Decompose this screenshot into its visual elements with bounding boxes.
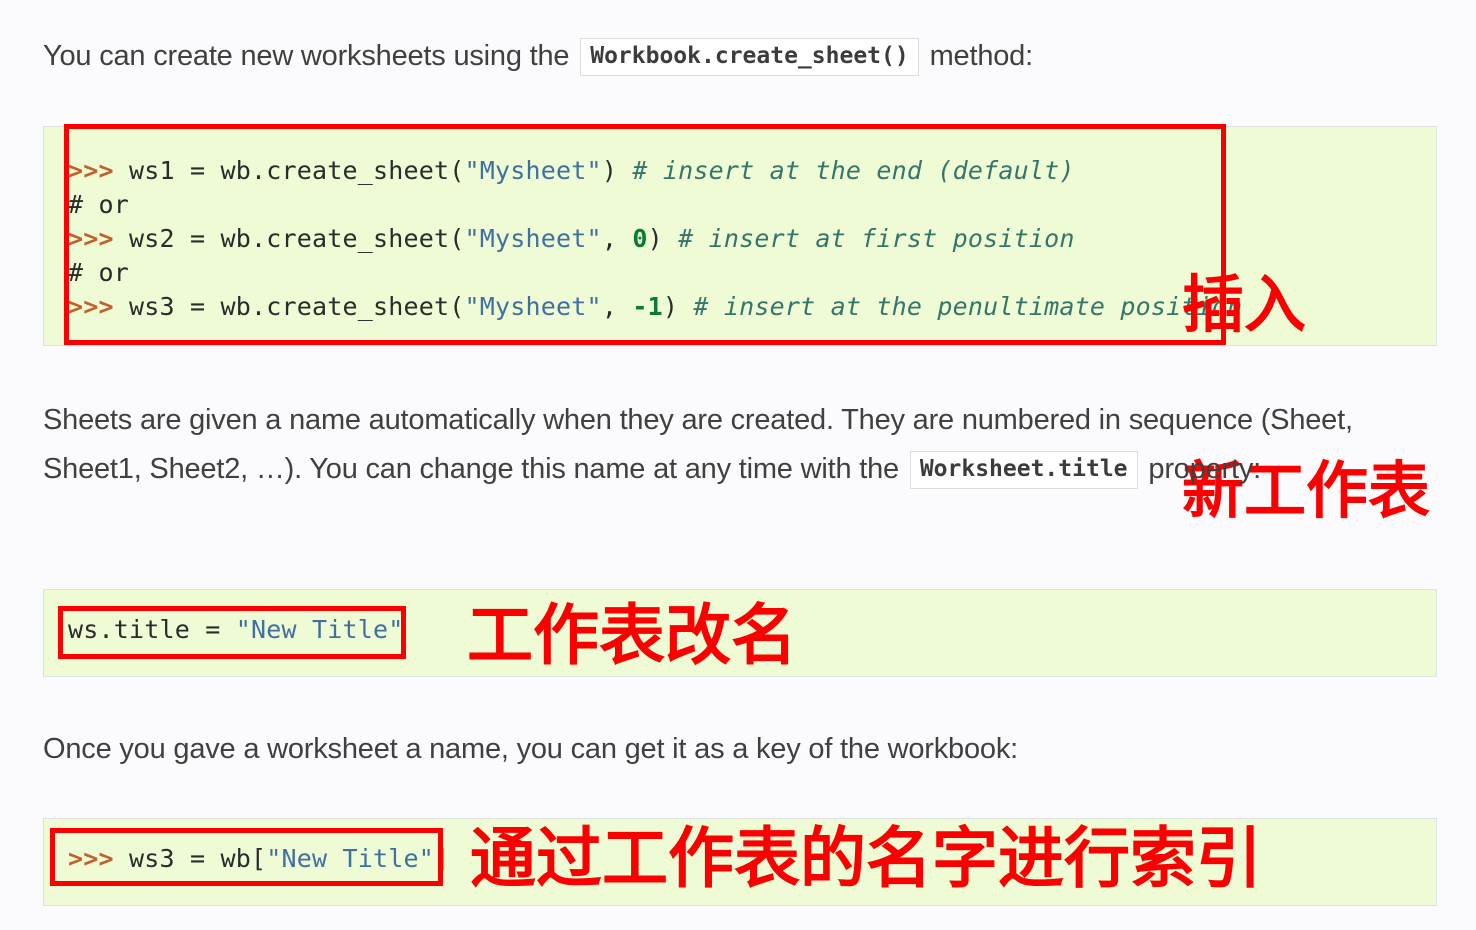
code-prompt: >>> <box>68 844 130 873</box>
code-text: , <box>601 292 633 321</box>
inline-code-worksheet-title: Worksheet.title <box>909 451 1138 489</box>
code-text: ws1 = wb.create_sheet( <box>129 156 465 185</box>
paragraph-worksheet-title: Sheets are given a name automatically wh… <box>43 396 1383 494</box>
annotation-text-rename-sheet: 工作表改名 <box>467 597 797 674</box>
code-text: ws2 = wb.create_sheet( <box>129 224 465 253</box>
code-comment: # insert at the penultimate position <box>693 292 1243 321</box>
paragraph-1-text-before: You can create new worksheets using the <box>43 40 570 72</box>
code-prompt: >>> <box>68 292 130 321</box>
code-text: ws.title = <box>68 615 236 644</box>
code-text: ) <box>662 292 694 321</box>
paragraph-1-text-after: method: <box>929 40 1034 72</box>
paragraph-2-text-after: property: <box>1148 453 1262 485</box>
code-comment: # insert at first position <box>678 224 1075 253</box>
code-string: "New Title" <box>235 615 404 644</box>
code-string: "New Title" <box>266 844 435 873</box>
code-text: , <box>601 224 633 253</box>
code-text: ] <box>434 844 450 873</box>
code-string: "Mysheet" <box>464 224 602 253</box>
code-text: ws3 = wb[ <box>129 844 267 873</box>
paragraph-create-sheet: You can create new worksheets using the … <box>43 32 1033 81</box>
annotation-line-1: 插入 <box>1182 268 1307 341</box>
code-text: ws3 = wb.create_sheet( <box>129 292 465 321</box>
inline-code-workbook-create-sheet: Workbook.create_sheet() <box>580 38 919 76</box>
code-block-3-text: >>> ws3 = wb["New Title"] <box>68 842 449 876</box>
code-text: ) <box>647 224 679 253</box>
code-string: "Mysheet" <box>464 292 602 321</box>
annotation-text-index-by-name: 通过工作表的名字进行索引 <box>470 820 1262 897</box>
code-number: -1 <box>632 292 663 321</box>
code-comment: # insert at the end (default) <box>632 156 1075 185</box>
code-block-2-text: ws.title = "New Title" <box>68 613 404 647</box>
code-text: # or <box>68 190 130 219</box>
code-text: ) <box>601 156 633 185</box>
code-prompt: >>> <box>68 156 130 185</box>
paragraph-key-of-workbook: Once you gave a worksheet a name, you ca… <box>43 733 1018 765</box>
code-prompt: >>> <box>68 224 130 253</box>
document-page: You can create new worksheets using the … <box>0 0 1476 930</box>
code-block-1-text: >>> ws1 = wb.create_sheet("Mysheet") # i… <box>68 154 1242 324</box>
code-text: # or <box>68 258 130 287</box>
code-string: "Mysheet" <box>464 156 602 185</box>
code-number: 0 <box>632 224 648 253</box>
